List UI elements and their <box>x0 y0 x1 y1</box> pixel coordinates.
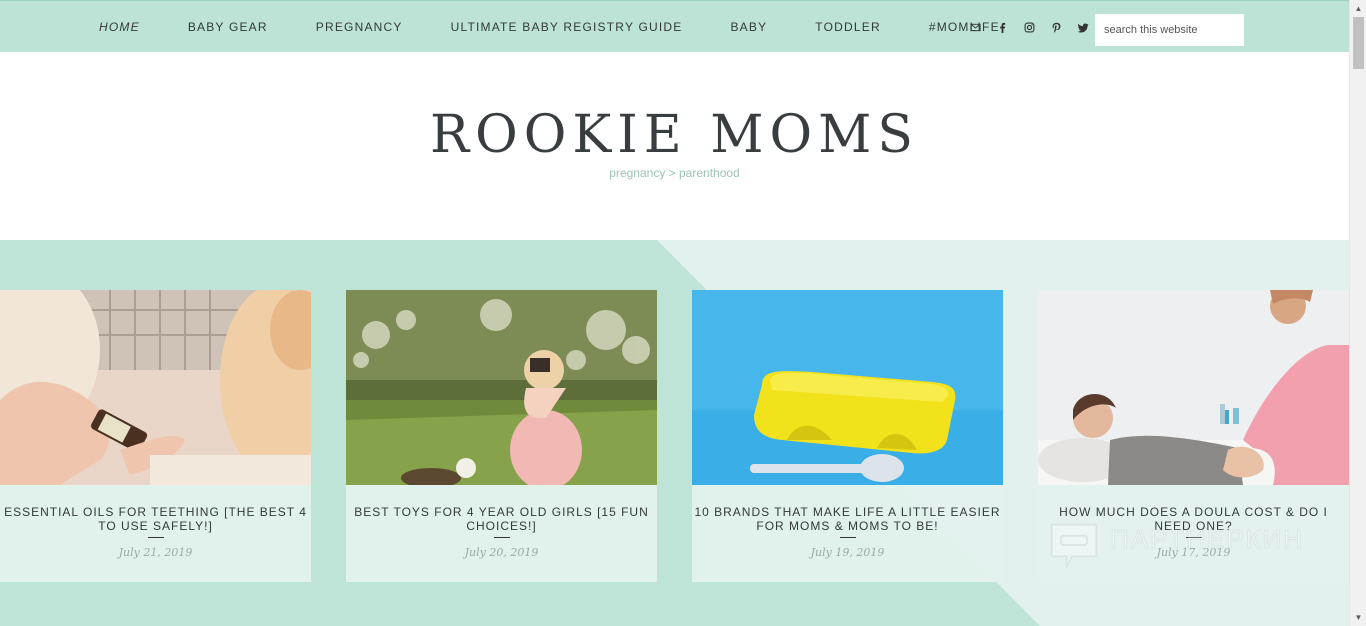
nav-menu: HOME BABY GEAR PREGNANCY ULTIMATE BABY REGI… <box>75 1 1024 53</box>
scrollbar-thumb[interactable] <box>1353 17 1364 69</box>
girl-camera-photo[interactable] <box>346 290 657 485</box>
instagram-icon[interactable] <box>1016 17 1043 37</box>
top-navigation: HOME BABY GEAR PREGNANCY ULTIMATE BABY REGI… <box>0 0 1349 52</box>
scroll-up-arrow-icon[interactable]: ▲ <box>1350 0 1366 17</box>
nav-item-ultimate-baby-registry-guide[interactable]: ULTIMATE BABY REGISTRY GUIDE <box>427 20 707 34</box>
post-card[interactable]: HOW MUCH DOES A DOULA COST & DO I NEED O… <box>1038 290 1349 582</box>
nav-item-home[interactable]: HOME <box>75 20 164 34</box>
post-card[interactable]: ESSENTIAL OILS FOR TEETHING [THE BEST 4 … <box>0 290 311 582</box>
facebook-icon[interactable] <box>989 17 1016 37</box>
nav-item-baby[interactable]: BABY <box>706 20 791 34</box>
nav-item-baby-gear[interactable]: BABY GEAR <box>164 20 292 34</box>
title-divider <box>147 537 164 538</box>
page-scrollbar[interactable]: ▲ ▼ <box>1349 0 1366 626</box>
doula-photo[interactable] <box>1038 290 1349 485</box>
featured-posts-band: ESSENTIAL OILS FOR TEETHING [THE BEST 4 … <box>0 240 1349 626</box>
email-icon[interactable] <box>962 17 989 37</box>
post-title[interactable]: BEST TOYS FOR 4 YEAR OLD GIRLS [15 FUN C… <box>346 485 657 533</box>
pinterest-icon[interactable] <box>1043 17 1070 37</box>
title-divider <box>493 537 510 538</box>
post-title[interactable]: ESSENTIAL OILS FOR TEETHING [THE BEST 4 … <box>0 485 311 533</box>
site-header: ROOKIE MOMS pregnancy > parenthood <box>0 52 1349 240</box>
post-title[interactable]: HOW MUCH DOES A DOULA COST & DO I NEED O… <box>1038 485 1349 533</box>
post-date: July 21, 2019 <box>118 546 193 559</box>
site-title[interactable]: ROOKIE MOMS <box>0 105 1349 165</box>
post-date: July 20, 2019 <box>464 546 539 559</box>
post-card[interactable]: 10 BRANDS THAT MAKE LIFE A LITTLE EASIER… <box>692 290 1003 582</box>
post-date: July 19, 2019 <box>810 546 885 559</box>
post-card[interactable]: BEST TOYS FOR 4 YEAR OLD GIRLS [15 FUN C… <box>346 290 657 582</box>
nav-item-pregnancy[interactable]: PREGNANCY <box>292 20 427 34</box>
lunchbox-photo[interactable] <box>692 290 1003 485</box>
essential-oils-photo[interactable] <box>0 290 311 485</box>
post-title[interactable]: 10 BRANDS THAT MAKE LIFE A LITTLE EASIER… <box>692 485 1003 533</box>
social-links <box>962 1 1097 53</box>
scroll-down-arrow-icon[interactable]: ▼ <box>1350 609 1366 626</box>
nav-item-toddler[interactable]: TODDLER <box>791 20 905 34</box>
search-input[interactable] <box>1095 14 1244 46</box>
title-divider <box>1185 537 1202 538</box>
post-date: July 17, 2019 <box>1156 546 1231 559</box>
title-divider <box>839 537 856 538</box>
twitter-icon[interactable] <box>1070 17 1097 37</box>
site-tagline: pregnancy > parenthood <box>609 166 740 180</box>
